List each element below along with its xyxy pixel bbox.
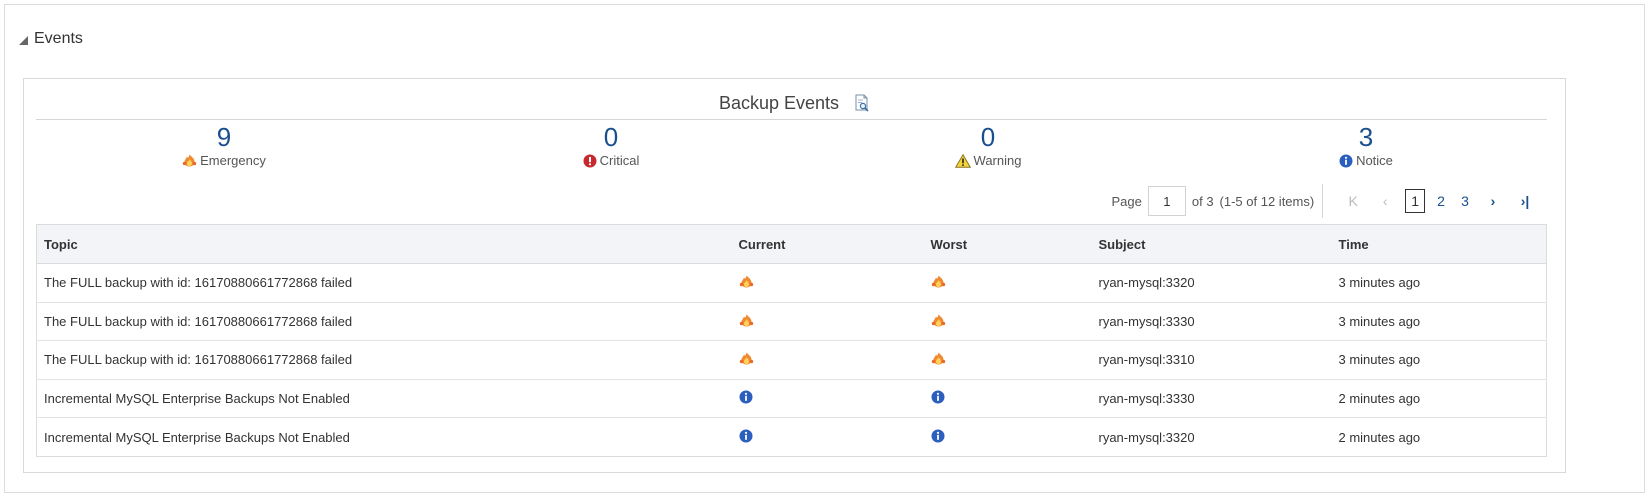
notice-label: Notice <box>1356 153 1393 168</box>
page-label: Page <box>1111 193 1142 209</box>
cell-worst-severity <box>923 379 1092 419</box>
critical-label-text: Critical <box>599 153 640 168</box>
events-section-toggle[interactable]: Events <box>19 27 83 51</box>
table-row[interactable]: Incremental MySQL Enterprise Backups Not… <box>37 418 1547 457</box>
cell-topic: The FULL backup with id: 161708806617728… <box>36 302 732 342</box>
table-row[interactable]: The FULL backup with id: 161708806617728… <box>36 263 1547 303</box>
summary-critical[interactable]: 0 Critical <box>511 122 711 173</box>
next-page-icon[interactable]: › <box>1484 193 1502 209</box>
emergency-label: Emergency <box>200 153 266 168</box>
emergency-flame-icon <box>182 154 197 167</box>
cell-worst-severity <box>923 302 1092 342</box>
cell-current-severity <box>731 379 924 419</box>
cell-worst-severity <box>923 263 1092 303</box>
cell-time: 3 minutes ago <box>1331 263 1547 303</box>
column-header-subject[interactable]: Subject <box>1091 224 1332 264</box>
warning-icon <box>954 153 971 168</box>
cell-current-severity <box>731 302 924 342</box>
notice-count: 3 <box>1358 122 1374 152</box>
page-1-button[interactable]: 1 <box>1405 189 1425 213</box>
cell-topic: The FULL backup with id: 161708806617728… <box>36 340 732 380</box>
cell-time: 2 minutes ago <box>1338 429 1421 445</box>
table-row[interactable]: The FULL backup with id: 161708806617728… <box>36 302 1547 342</box>
summary-emergency[interactable]: 9 Emergency <box>124 122 324 172</box>
info-icon <box>739 429 753 446</box>
cell-subject: ryan-mysql:3320 <box>1091 263 1332 303</box>
cell-subject: ryan-mysql:3330 <box>1091 302 1332 342</box>
column-header-current[interactable]: Current <box>731 224 924 264</box>
cell-subject: ryan-mysql:3320 <box>1098 429 1195 445</box>
title-divider <box>36 119 1547 120</box>
info-icon <box>931 429 945 446</box>
first-page-icon[interactable]: K <box>1344 193 1362 209</box>
cell-current-severity <box>732 418 924 457</box>
collapse-triangle-icon <box>19 35 28 45</box>
emergency-flame-icon <box>739 314 754 330</box>
last-page-icon[interactable]: ›| <box>1516 193 1534 209</box>
page-of-label: of 3 <box>1191 193 1214 209</box>
emergency-flame-icon <box>931 352 946 368</box>
page-3-button[interactable]: 3 <box>1457 193 1473 209</box>
events-container: Events Backup Events 9 Emergency 0 Criti… <box>4 4 1645 493</box>
warning-label: Warning <box>973 153 1022 168</box>
cell-current-severity <box>731 263 924 303</box>
summary-notice[interactable]: 3 Notice <box>1266 122 1466 173</box>
page-number-input[interactable] <box>1147 186 1186 216</box>
table-row[interactable]: Incremental MySQL Enterprise Backups Not… <box>36 379 1547 419</box>
cell-time: 3 minutes ago <box>1331 340 1547 380</box>
column-header-time[interactable]: Time <box>1331 224 1547 264</box>
critical-icon <box>583 154 597 167</box>
emergency-flame-icon <box>931 275 946 291</box>
cell-time: 3 minutes ago <box>1331 302 1547 342</box>
previous-page-icon[interactable]: ‹ <box>1376 193 1394 209</box>
panel-title-text: Backup Events <box>718 92 840 113</box>
pager-divider <box>1322 184 1324 218</box>
warning-count: 0 <box>980 122 996 152</box>
table-row[interactable]: The FULL backup with id: 161708806617728… <box>36 340 1547 380</box>
info-icon <box>931 390 945 407</box>
info-icon <box>739 390 753 407</box>
report-icon[interactable] <box>854 94 870 112</box>
critical-count: 0 <box>603 122 619 152</box>
column-header-topic[interactable]: Topic <box>36 224 732 264</box>
emergency-count: 9 <box>216 122 232 152</box>
column-header-worst[interactable]: Worst <box>923 224 1092 264</box>
cell-subject: ryan-mysql:3310 <box>1091 340 1332 380</box>
cell-current-severity <box>731 340 924 380</box>
cell-worst-severity <box>924 418 1092 457</box>
cell-time: 2 minutes ago <box>1331 379 1547 419</box>
cell-topic: Incremental MySQL Enterprise Backups Not… <box>44 429 350 445</box>
cell-subject: ryan-mysql:3330 <box>1091 379 1332 419</box>
panel-title: Backup Events <box>24 92 1565 114</box>
items-range-label: (1-5 of 12 items) <box>1219 193 1315 209</box>
page-2-button[interactable]: 2 <box>1433 193 1449 209</box>
emergency-flame-icon <box>739 275 754 291</box>
emergency-flame-icon <box>739 352 754 368</box>
event-summary: 9 Emergency 0 Critical 0 Warning 3 Notic… <box>24 122 1565 172</box>
cell-topic: The FULL backup with id: 161708806617728… <box>36 263 732 303</box>
cell-worst-severity <box>923 340 1092 380</box>
pagination: Page of 3 (1-5 of 12 items) K ‹ 1 2 3 › … <box>1111 184 1541 218</box>
section-title: Events <box>34 30 83 47</box>
events-table: Topic Current Worst Subject Time The FUL… <box>36 224 1547 457</box>
cell-topic: Incremental MySQL Enterprise Backups Not… <box>36 379 732 419</box>
summary-warning[interactable]: 0 Warning <box>888 122 1088 173</box>
backup-events-panel: Backup Events 9 Emergency 0 Critical 0 W… <box>23 78 1566 473</box>
info-icon <box>1339 154 1353 167</box>
emergency-flame-icon <box>931 314 946 330</box>
table-header-row: Topic Current Worst Subject Time <box>36 224 1547 264</box>
